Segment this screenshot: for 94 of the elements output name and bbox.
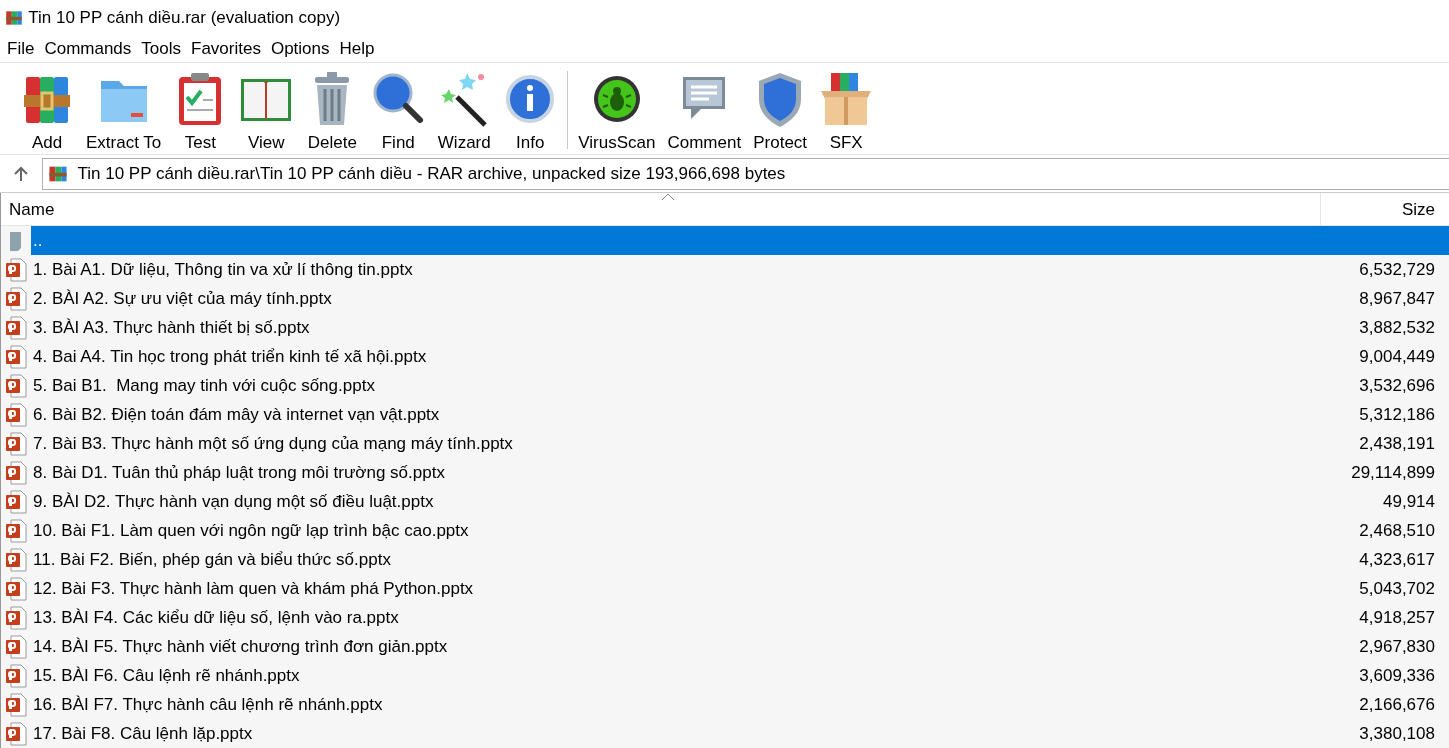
address-field[interactable]: Tin 10 PP cánh diều.rar\Tin 10 PP cánh diều - RAR archive, unpacked size 193,966,698 bytes: [42, 157, 1449, 190]
file-name: 8. Bài D1. Tuân thủ pháp luật trong môi trường số.pptx: [32, 462, 446, 484]
file-name: 5. Bai B1. Mang may tinh với cuộc sống.pptx: [32, 375, 376, 397]
file-size: 5,043,702: [1358, 578, 1436, 600]
file-size: 3,380,108: [1358, 723, 1436, 745]
list-row[interactable]: 6. Bài B2. Điện toán đám mây và internet vạn vật.pptx 5,312,186: [31, 400, 1449, 429]
file-size: 49,914: [1382, 491, 1436, 513]
list-row[interactable]: 7. Bài B3. Thực hành một số ứng dụng của mạng máy tính.pptx 2,438,191: [31, 429, 1449, 458]
file-name: 10. Bài F1. Làm quen với ngôn ngữ lạp trình bậc cao.pptx: [32, 520, 470, 542]
toolbar-button[interactable]: Comment: [661, 67, 748, 154]
file-size: 3,532,696: [1358, 375, 1436, 397]
list-row[interactable]: 11. Bài F2. Biến, phép gán và biểu thức số.pptx 4,323,617: [31, 545, 1449, 574]
file-name: 14. BÀI F5. Thực hành viết chương trình đơn giản.pptx: [32, 636, 449, 658]
list-row[interactable]: 13. BÀI F4. Các kiểu dữ liệu số, lệnh vào ra.pptx 4,918,257: [31, 603, 1449, 632]
powerpoint-file-icon: [5, 257, 27, 282]
list-row[interactable]: 2. BÀI A2. Sự ưu việt của máy tính.pptx 8,967,847: [31, 284, 1449, 313]
powerpoint-file-icon: [5, 315, 27, 340]
list-row[interactable]: 1. Bài A1. Dữ liệu, Thông tin va xử lí thông tin.pptx 6,532,729: [31, 255, 1449, 284]
powerpoint-file-icon: [5, 402, 27, 427]
window-title: Tin 10 PP cánh diều.rar (evaluation copy): [28, 6, 341, 29]
list-row[interactable]: 5. Bai B1. Mang may tinh với cuộc sống.pptx 3,532,696: [31, 371, 1449, 400]
list-row[interactable]: 14. BÀI F5. Thực hành viết chương trình đơn giản.pptx 2,967,830: [31, 632, 1449, 661]
list-row[interactable]: 3. BÀI A3. Thực hành thiết bị số.pptx 3,882,532: [31, 313, 1449, 342]
list-row[interactable]: 9. BÀI D2. Thực hành vạn dụng một số điều luật.pptx 49,914: [31, 487, 1449, 516]
list-row[interactable]: 15. BÀI F6. Câu lệnh rẽ nhánh.pptx 3,609,336: [31, 661, 1449, 690]
file-name: 1. Bài A1. Dữ liệu, Thông tin va xử lí thông tin.pptx: [32, 259, 414, 281]
file-size: 6,532,729: [1358, 259, 1436, 281]
file-size: 4,323,617: [1358, 549, 1436, 571]
list-row[interactable]: 17. Bài F8. Câu lệnh lặp.pptx 3,380,108: [31, 719, 1449, 748]
powerpoint-file-icon: [5, 344, 27, 369]
file-size: 4,918,257: [1358, 607, 1436, 629]
toolbar-button[interactable]: SFX: [813, 67, 880, 154]
file-name: 6. Bài B2. Điện toán đám mây và internet vạn vật.pptx: [32, 404, 441, 426]
file-name: 16. BÀI F7. Thực hành câu lệnh rẽ nhánh.pptx: [32, 694, 384, 716]
powerpoint-file-icon: [5, 547, 27, 572]
file-size: 2,468,510: [1358, 520, 1436, 542]
file-name: 3. BÀI A3. Thực hành thiết bị số.pptx: [32, 317, 311, 339]
list-row[interactable]: 12. Bài F3. Thực hành làm quen và khám phá Python.pptx 5,043,702: [31, 574, 1449, 603]
file-name: 4. Bai A4. Tin học trong phát triển kinh tế xã hội.pptx: [32, 346, 428, 368]
file-size: 3,609,336: [1358, 665, 1436, 687]
powerpoint-file-icon: [5, 489, 27, 514]
folder-up-icon: [8, 229, 24, 252]
menu-item[interactable]: Commands: [39, 34, 137, 63]
file-size: 9,004,449: [1358, 346, 1436, 368]
toolbar-button[interactable]: Add: [14, 67, 80, 154]
toolbar-button[interactable]: View: [233, 67, 300, 154]
toolbar-button[interactable]: VirusScan: [572, 67, 662, 154]
file-name: 12. Bài F3. Thực hành làm quen và khám phá Python.pptx: [32, 578, 475, 600]
toolbar-button[interactable]: Info: [497, 67, 564, 154]
powerpoint-file-icon: [5, 663, 27, 688]
toolbar-button[interactable]: Find: [365, 67, 432, 154]
powerpoint-file-icon: [5, 373, 27, 398]
list-row[interactable]: ..: [31, 226, 1449, 255]
list-row[interactable]: 10. Bài F1. Làm quen với ngôn ngữ lạp trình bậc cao.pptx 2,468,510: [31, 516, 1449, 545]
file-name: 11. Bài F2. Biến, phép gán và biểu thức số.pptx: [32, 549, 392, 571]
file-size: 2,967,830: [1358, 636, 1436, 658]
file-name: 7. Bài B3. Thực hành một số ứng dụng của mạng máy tính.pptx: [32, 433, 514, 455]
list-row[interactable]: 4. Bai A4. Tin học trong phát triển kinh tế xã hội.pptx 9,004,449: [31, 342, 1449, 371]
menu-item[interactable]: Options: [265, 34, 335, 63]
powerpoint-file-icon: [5, 518, 27, 543]
archive-icon: [4, 8, 24, 27]
toolbar-button[interactable]: Wizard: [431, 67, 498, 154]
menu-item[interactable]: Help: [334, 34, 380, 63]
powerpoint-file-icon: [5, 634, 27, 659]
file-name: 13. BÀI F4. Các kiểu dữ liệu số, lệnh vào ra.pptx: [32, 607, 400, 629]
file-size: 29,114,899: [1350, 462, 1436, 484]
toolbar-button[interactable]: Delete: [299, 67, 366, 154]
file-name: 9. BÀI D2. Thực hành vạn dụng một số điều luật.pptx: [32, 491, 435, 513]
powerpoint-file-icon: [5, 286, 27, 311]
up-arrow-icon: [12, 164, 30, 183]
file-name: 17. Bài F8. Câu lệnh lặp.pptx: [32, 723, 254, 745]
file-size: 8,967,847: [1358, 288, 1436, 310]
powerpoint-file-icon: [5, 605, 27, 630]
list-row[interactable]: 8. Bài D1. Tuân thủ pháp luật trong môi trường số.pptx 29,114,899: [31, 458, 1449, 487]
file-name: 15. BÀI F6. Câu lệnh rẽ nhánh.pptx: [32, 665, 301, 687]
powerpoint-file-icon: [5, 460, 27, 485]
list-row[interactable]: 16. BÀI F7. Thực hành câu lệnh rẽ nhánh.pptx 2,166,676: [31, 690, 1449, 719]
file-name: 2. BÀI A2. Sự ưu việt của máy tính.pptx: [32, 288, 333, 310]
powerpoint-file-icon: [5, 692, 27, 717]
toolbar-button[interactable]: Test: [167, 67, 234, 154]
toolbar-button[interactable]: Protect: [747, 67, 814, 154]
toolbar-button[interactable]: Extract To: [80, 67, 168, 154]
file-size: 3,882,532: [1358, 317, 1436, 339]
powerpoint-file-icon: [5, 576, 27, 601]
column-header[interactable]: Size: [1321, 193, 1449, 225]
menu-item[interactable]: Tools: [136, 34, 186, 63]
menu-item[interactable]: Favorites: [186, 34, 266, 63]
powerpoint-file-icon: [5, 431, 27, 456]
file-size: 2,166,676: [1358, 694, 1436, 716]
file-name: ..: [32, 230, 44, 252]
file-size: 2,438,191: [1358, 433, 1436, 455]
column-header[interactable]: Name: [1, 193, 1321, 225]
file-size: 5,312,186: [1358, 404, 1436, 426]
menu-item[interactable]: File: [2, 34, 40, 63]
